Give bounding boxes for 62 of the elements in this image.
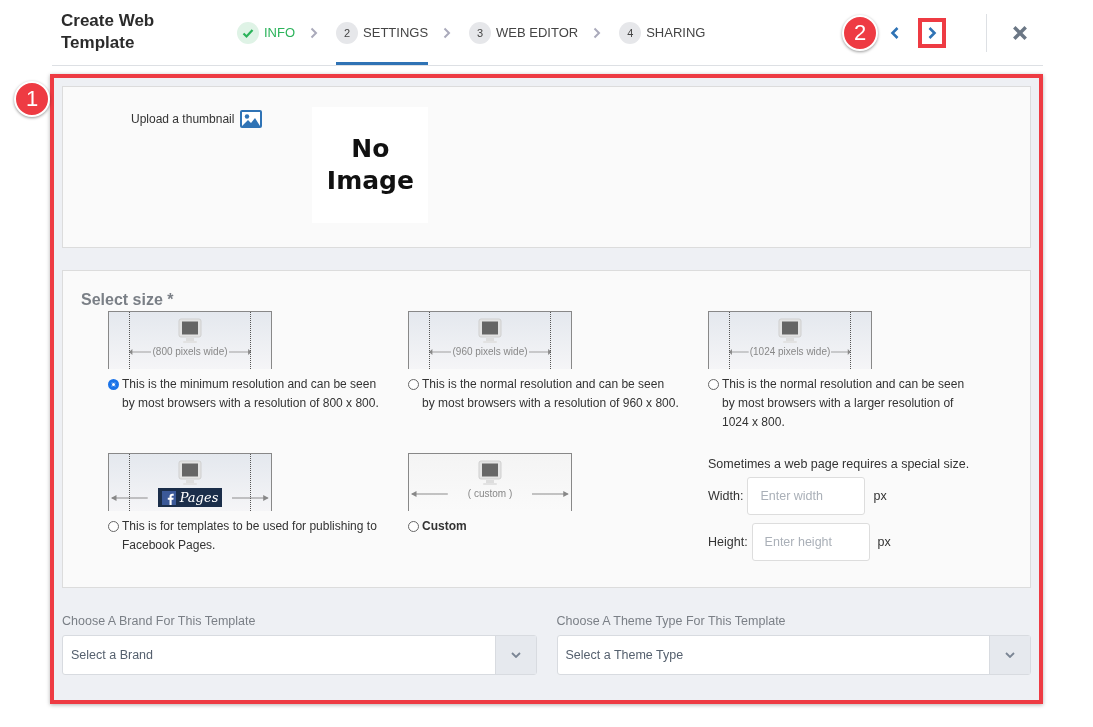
radio-button[interactable] bbox=[108, 521, 119, 532]
section-title: Select size * bbox=[81, 291, 175, 309]
select-label: Choose A Brand For This Template bbox=[62, 614, 257, 628]
page-title: Create Web Template bbox=[60, 9, 156, 54]
radio-button[interactable] bbox=[708, 379, 719, 390]
monitor-icon bbox=[477, 460, 503, 486]
arrow-right-icon bbox=[532, 489, 569, 498]
check-icon bbox=[237, 21, 259, 44]
arrow-right-icon bbox=[831, 347, 851, 356]
custom-size-note: Sometimes a web page requires a special size. bbox=[708, 457, 971, 471]
monitor-icon bbox=[177, 460, 203, 486]
next-button[interactable] bbox=[918, 17, 946, 48]
chevron-down-icon bbox=[1005, 652, 1015, 658]
image-icon[interactable] bbox=[240, 110, 263, 128]
facebook-icon bbox=[161, 490, 176, 505]
arrow-left-icon bbox=[111, 493, 148, 502]
facebook-pages-badge: Pages bbox=[157, 488, 223, 507]
close-icon bbox=[1012, 24, 1028, 41]
arrow-left-icon bbox=[429, 347, 452, 356]
option-label: This is the normal resolution and can be seen by most browsers with a larger resolution of 1024 x 800. bbox=[722, 376, 966, 431]
option-label: This is the minimum resolution and can be seen by most browsers with a resolution of 800 x 800. bbox=[122, 376, 380, 412]
preview-label: ( custom ) bbox=[466, 488, 514, 499]
chevron-down-icon bbox=[510, 652, 521, 658]
unit-label: px bbox=[873, 489, 887, 503]
preview-label: (800 pixels wide) bbox=[151, 346, 229, 357]
chevron-right-icon bbox=[927, 25, 937, 40]
monitor-icon bbox=[777, 318, 803, 344]
arrow-left-icon bbox=[411, 489, 448, 498]
callout-number: 2 bbox=[842, 14, 878, 51]
preview-label: (960 pixels wide) bbox=[451, 346, 529, 357]
option-label: This is for templates to be used for publishing to Facebook Pages. bbox=[122, 518, 378, 554]
field-label: Width: bbox=[708, 489, 744, 503]
radio-button[interactable] bbox=[408, 521, 419, 532]
arrow-right-icon bbox=[228, 347, 251, 356]
upload-label: Upload a thumbnail bbox=[131, 112, 235, 126]
radio-button[interactable] bbox=[108, 379, 119, 390]
chevron-right-icon bbox=[443, 26, 452, 39]
input-field[interactable]: Enter height bbox=[751, 523, 870, 561]
option-label: Custom bbox=[422, 518, 467, 535]
dropdown[interactable]: Select a Brand bbox=[62, 635, 537, 675]
unit-label: px bbox=[877, 535, 891, 549]
arrow-left-icon bbox=[729, 347, 749, 356]
chevron-left-icon bbox=[890, 25, 900, 40]
radio-button[interactable] bbox=[408, 379, 419, 390]
option-label: This is the normal resolution and can be seen by most browsers with a resolution of 960 x 800. bbox=[422, 376, 680, 412]
chevron-right-icon bbox=[310, 26, 319, 39]
dropdown[interactable]: Select a Theme Type bbox=[556, 635, 1031, 675]
chevron-right-icon bbox=[593, 26, 602, 39]
monitor-icon bbox=[477, 318, 503, 344]
monitor-icon bbox=[177, 318, 203, 344]
field-label: Height: bbox=[708, 535, 748, 549]
callout-number: 1 bbox=[14, 81, 50, 117]
step-tab[interactable]: 3 WEB EDITOR bbox=[469, 0, 579, 65]
step-tab[interactable]: 2 SETTINGS bbox=[336, 0, 429, 65]
step-tab[interactable]: 4 SHARING bbox=[619, 0, 706, 65]
arrow-right-icon bbox=[232, 493, 269, 502]
input-field[interactable]: Enter width bbox=[747, 477, 866, 515]
arrow-right-icon bbox=[528, 347, 551, 356]
thumbnail-preview: No Image bbox=[312, 107, 429, 223]
select-label: Choose A Theme Type For This Template bbox=[556, 614, 787, 628]
preview-label: (1024 pixels wide) bbox=[748, 346, 832, 357]
arrow-left-icon bbox=[129, 347, 152, 356]
